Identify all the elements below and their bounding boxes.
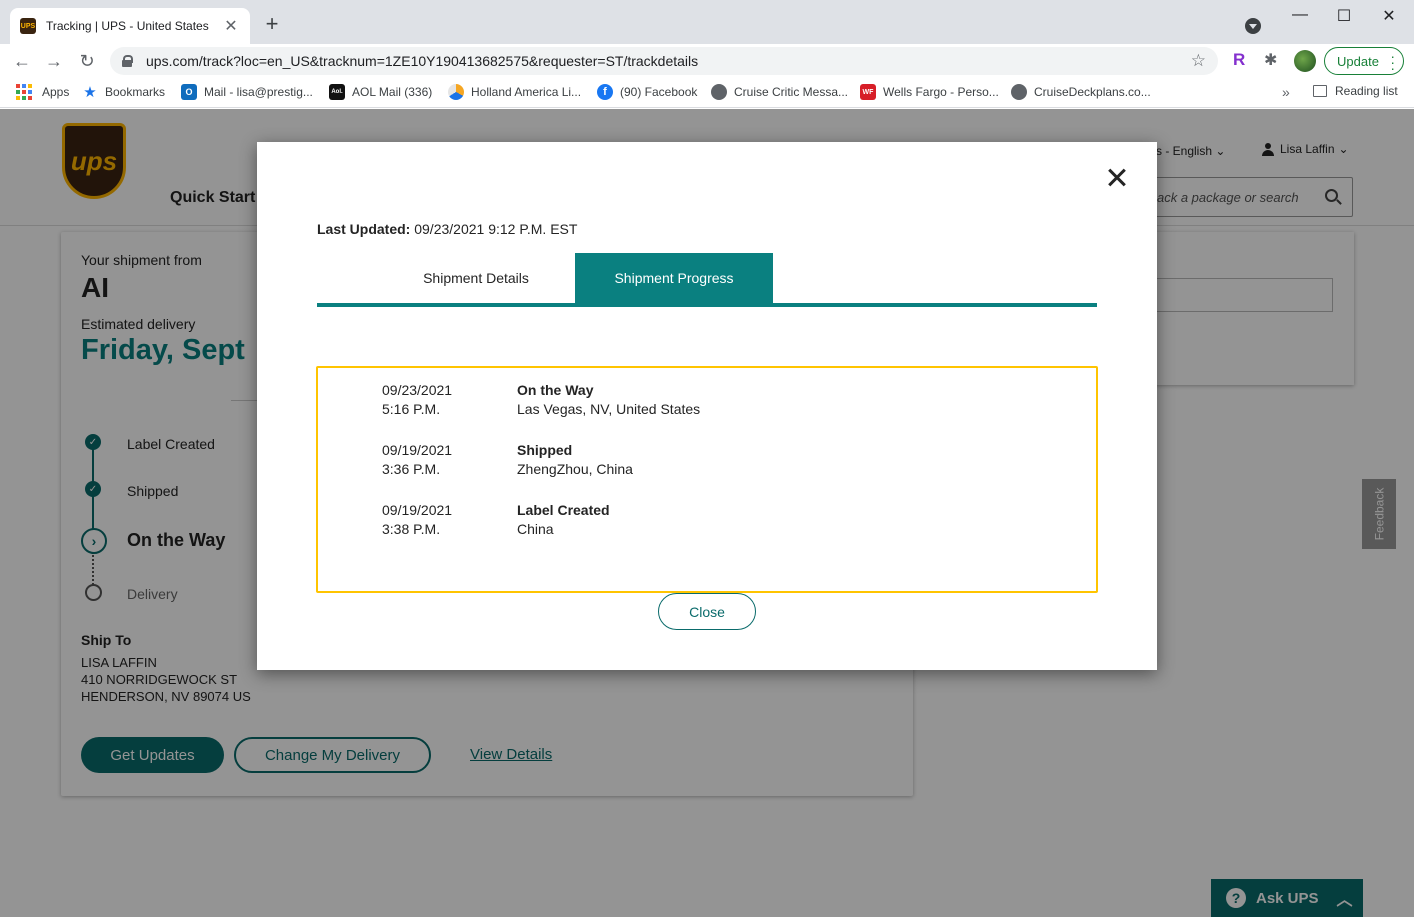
bookmark-label: Bookmarks (105, 85, 166, 99)
event-location: Las Vegas, NV, United States (517, 401, 701, 417)
last-updated-label: Last Updated: (317, 221, 411, 237)
profile-avatar[interactable] (1294, 50, 1316, 72)
bookmark-label: Holland America Li... (471, 85, 582, 99)
extension-r-icon[interactable]: R (1233, 50, 1245, 70)
globe-icon (1011, 84, 1027, 100)
browser-tab[interactable]: UPS Tracking | UPS - United States ✕ (10, 8, 250, 44)
event-date: 09/23/2021 (382, 382, 453, 398)
last-updated-value: 09/23/2021 9:12 P.M. EST (414, 221, 578, 237)
browser-tabstrip: UPS Tracking | UPS - United States ✕ + —… (0, 0, 1414, 44)
bookmark-label: CruiseDeckplans.co... (1034, 85, 1151, 99)
tab-close-icon[interactable]: ✕ (222, 16, 240, 36)
bookmark-label: AOL Mail (336) (352, 85, 433, 99)
close-icon[interactable] (1105, 166, 1129, 190)
bookmark-holland-america[interactable]: Holland America Li... (448, 84, 581, 100)
wells-fargo-icon: WF (860, 84, 876, 100)
event-time: 5:16 P.M. (382, 401, 441, 417)
bookmark-label: Apps (42, 85, 70, 99)
shipment-progress-modal: Last Updated: 09/23/2021 9:12 P.M. EST S… (257, 142, 1157, 670)
bookmark-bookmarks[interactable]: ★ Bookmarks (82, 84, 166, 101)
bookmark-cruise-critic[interactable]: Cruise Critic Messa... (711, 84, 848, 100)
event-date: 09/19/2021 (382, 502, 453, 518)
event-location: ZhengZhou, China (517, 461, 633, 477)
last-updated: Last Updated: 09/23/2021 9:12 P.M. EST (317, 221, 577, 237)
modal-tabs: Shipment Details Shipment Progress (317, 253, 1097, 307)
list-item: 09/23/2021 5:16 P.M. On the Way Las Vega… (382, 382, 1082, 422)
reading-list-icon (1313, 85, 1327, 97)
update-button[interactable]: Update · · · (1324, 47, 1404, 75)
bookmark-aol[interactable]: Aol. AOL Mail (336) (329, 84, 432, 100)
bookmark-label: (90) Facebook (620, 85, 698, 99)
event-status: Shipped (517, 442, 573, 458)
bookmark-mail[interactable]: O Mail - lisa@prestig... (181, 84, 313, 100)
bookmark-wells-fargo[interactable]: WF Wells Fargo - Perso... (860, 84, 999, 100)
aol-icon: Aol. (329, 84, 345, 100)
tab-shipment-progress[interactable]: Shipment Progress (575, 253, 773, 303)
holland-america-icon (448, 84, 464, 100)
new-tab-icon[interactable]: + (260, 12, 284, 36)
bookmarks-bar: Apps ★ Bookmarks O Mail - lisa@prestig..… (0, 78, 1414, 108)
apps-grid-icon (16, 84, 32, 100)
event-status: On the Way (517, 382, 594, 398)
menu-dots-icon: · · · (1390, 48, 1395, 76)
ups-favicon-icon: UPS (20, 18, 36, 34)
facebook-icon: f (597, 84, 613, 100)
maximize-icon[interactable]: ☐ (1324, 6, 1364, 26)
close-button[interactable]: Close (658, 593, 756, 630)
bookmark-label: Mail - lisa@prestig... (204, 85, 313, 99)
bookmark-label: Wells Fargo - Perso... (883, 85, 999, 99)
browser-toolbar: ← → ↻ ups.com/track?loc=en_US&tracknum=1… (0, 44, 1414, 78)
url-text[interactable]: ups.com/track?loc=en_US&tracknum=1ZE10Y1… (146, 53, 1191, 69)
globe-icon (711, 84, 727, 100)
outlook-icon: O (181, 84, 197, 100)
bookmark-star-icon[interactable]: ☆ (1191, 51, 1206, 71)
reading-list-label: Reading list (1335, 84, 1398, 98)
tab-title: Tracking | UPS - United States (46, 19, 209, 33)
bookmark-apps[interactable]: Apps (16, 84, 69, 100)
reload-icon[interactable]: ↻ (75, 49, 99, 73)
star-icon: ★ (83, 84, 97, 101)
address-bar[interactable]: ups.com/track?loc=en_US&tracknum=1ZE10Y1… (110, 47, 1218, 75)
lock-icon[interactable] (122, 55, 133, 67)
event-time: 3:36 P.M. (382, 461, 441, 477)
extensions-puzzle-icon[interactable]: ✱ (1264, 50, 1277, 70)
more-bookmarks-icon[interactable]: » (1282, 84, 1290, 100)
tab-search-icon[interactable] (1245, 18, 1261, 34)
bookmark-label: Cruise Critic Messa... (734, 85, 849, 99)
event-status: Label Created (517, 502, 610, 518)
progress-events: 09/23/2021 5:16 P.M. On the Way Las Vega… (316, 366, 1098, 593)
minimize-icon[interactable]: — (1280, 6, 1320, 24)
event-date: 09/19/2021 (382, 442, 453, 458)
forward-icon[interactable]: → (42, 49, 66, 73)
update-label: Update (1337, 53, 1379, 69)
back-icon[interactable]: ← (10, 49, 34, 73)
event-time: 3:38 P.M. (382, 521, 441, 537)
bookmark-facebook[interactable]: f (90) Facebook (597, 84, 697, 100)
list-item: 09/19/2021 3:38 P.M. Label Created China (382, 502, 1082, 542)
bookmark-cruisedeckplans[interactable]: CruiseDeckplans.co... (1011, 84, 1151, 100)
list-item: 09/19/2021 3:36 P.M. Shipped ZhengZhou, … (382, 442, 1082, 482)
window-close-icon[interactable]: ✕ (1369, 6, 1409, 26)
reading-list-button[interactable]: Reading list (1313, 84, 1398, 98)
event-location: China (517, 521, 554, 537)
